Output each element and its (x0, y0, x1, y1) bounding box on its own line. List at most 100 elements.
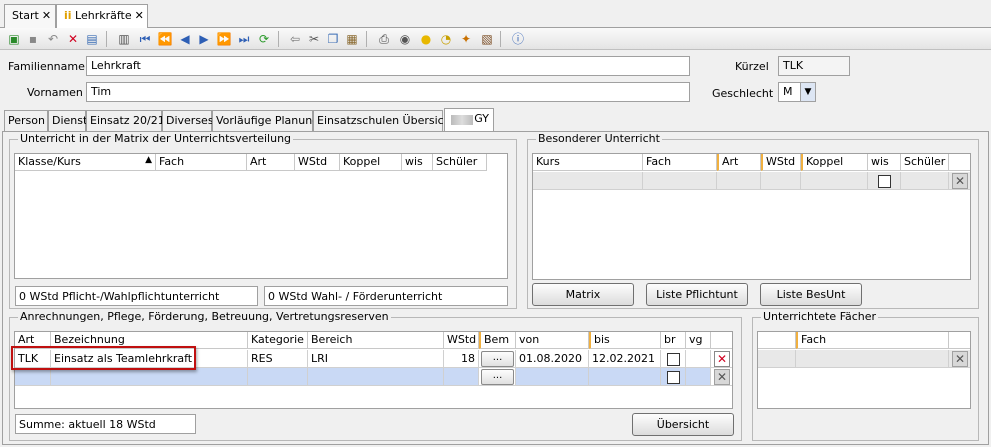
besonderer-group-title: Besonderer Unterricht (536, 132, 662, 145)
br-checkbox[interactable] (666, 370, 680, 384)
chevron-down-icon[interactable]: ▼ (800, 83, 815, 101)
kuerzel-field[interactable]: TLK (778, 56, 850, 76)
wis-checkbox[interactable] (877, 174, 891, 188)
tab-start[interactable]: Start ✕ (4, 4, 56, 28)
familienname-field[interactable]: Lehrkraft (86, 56, 690, 76)
close-icon[interactable]: ✕ (135, 9, 144, 22)
tab-einsatzschulen[interactable]: Einsatzschulen Übersicht (313, 110, 455, 131)
column-header-fach[interactable]: Fach (796, 332, 949, 349)
column-header-br[interactable]: br (661, 332, 686, 349)
refresh-icon[interactable]: ⟳ (256, 31, 272, 47)
column-header-schueler[interactable]: Schüler (901, 154, 949, 171)
next-page-icon[interactable]: ⏩ (216, 31, 232, 47)
clock-icon[interactable]: ◔ (438, 31, 454, 47)
idea-icon[interactable]: ● (418, 31, 434, 47)
cell-bis[interactable]: 12.02.2021 (589, 350, 661, 368)
anrechnungen-group-title: Anrechnungen, Pflege, Förderung, Betreuu… (18, 310, 391, 323)
column-header-wstd[interactable]: WStd (761, 154, 801, 171)
column-header-art[interactable]: Art (717, 154, 761, 171)
column-header-koppel[interactable]: Koppel (801, 154, 868, 171)
faecher-grid[interactable]: Fach ✕ (757, 331, 971, 409)
anrechnungen-grid[interactable]: Art Bezeichnung Kategorie Bereich WStd B… (14, 331, 733, 409)
column-header-bem[interactable]: Bem (479, 332, 516, 349)
settings-icon[interactable]: ✦ (458, 31, 474, 47)
cell-kategorie[interactable]: RES (248, 350, 308, 368)
column-header-fach[interactable]: Fach (156, 154, 247, 171)
column-header-wstd[interactable]: WStd (295, 154, 340, 171)
familienname-label: Familienname (8, 60, 85, 73)
filter-icon[interactable]: ▤ (84, 31, 100, 47)
column-header-kurs[interactable]: Kurs (533, 154, 643, 171)
delete-row-icon[interactable]: ✕ (714, 351, 730, 367)
save-icon[interactable]: ▪ (25, 31, 41, 47)
column-header-wis[interactable]: wis (402, 154, 433, 171)
copy-form-icon[interactable]: ▥ (116, 31, 132, 47)
toolbar: ▣ ▪ ↶ ✕ ▤ ▥ ⏮ ⏪ ◀ ▶ ⏩ ⏭ ⟳ ⇦ ✂ ❐ ▦ ⎙ ◉ ● … (0, 28, 991, 50)
column-header-art[interactable]: Art (247, 154, 295, 171)
tab-diverses[interactable]: Diverses (162, 110, 214, 131)
delete-icon[interactable]: ✕ (65, 31, 81, 47)
summe-summary: Summe: aktuell 18 WStd (15, 414, 196, 434)
print-icon[interactable]: ⎙ (376, 31, 392, 47)
tab-vorlaeufige-planung[interactable]: Vorläufige Planung (212, 110, 319, 131)
prev-page-icon[interactable]: ⏪ (157, 31, 173, 47)
matrix-button[interactable]: Matrix (532, 283, 634, 306)
bem-button[interactable]: ... (481, 369, 514, 385)
undo-icon[interactable]: ↶ (45, 31, 61, 47)
next-icon[interactable]: ▶ (196, 31, 212, 47)
tab-lehrkraefte[interactable]: ii Lehrkräfte ✕ (56, 4, 148, 29)
preview-icon[interactable]: ◉ (397, 31, 413, 47)
column-header-delete (711, 332, 732, 349)
paste-icon[interactable]: ▦ (344, 31, 360, 47)
faecher-group-title: Unterrichtete Fächer (761, 310, 879, 323)
cut-icon[interactable]: ✂ (306, 31, 322, 47)
geschlecht-select[interactable]: M ▼ (778, 82, 816, 102)
besonderer-grid[interactable]: Kurs Fach Art WStd Koppel wis Schüler ✕ (532, 153, 971, 280)
report-icon[interactable]: ▧ (479, 31, 495, 47)
column-header-von[interactable]: von (516, 332, 589, 349)
column-header-vg[interactable]: vg (686, 332, 711, 349)
tab-start-label: Start (12, 9, 39, 22)
column-header-kategorie[interactable]: Kategorie (248, 332, 308, 349)
unterricht-grid[interactable]: Klasse/Kurs ▲ Fach Art WStd Koppel wis Sc… (14, 153, 508, 279)
column-header-fach[interactable]: Fach (643, 154, 717, 171)
tab-gy[interactable]: GY (444, 108, 494, 132)
new-icon[interactable]: ▣ (6, 31, 22, 47)
close-icon[interactable]: ✕ (42, 9, 51, 22)
geschlecht-value: M (783, 85, 793, 98)
tab-einsatz[interactable]: Einsatz 20/21 (86, 110, 165, 131)
back-arrow-icon[interactable]: ⇦ (287, 31, 303, 47)
prev-icon[interactable]: ◀ (177, 31, 193, 47)
tab-person[interactable]: Person (4, 110, 48, 131)
column-header-klasse[interactable]: Klasse/Kurs ▲ (15, 154, 156, 171)
last-icon[interactable]: ⏭ (236, 31, 252, 47)
sort-ascending-icon: ▲ (145, 155, 152, 165)
blurred-school-icon (451, 115, 473, 125)
column-header-bereich[interactable]: Bereich (308, 332, 444, 349)
br-checkbox[interactable] (666, 352, 680, 366)
delete-row-icon[interactable]: ✕ (952, 351, 968, 367)
column-header-wstd[interactable]: WStd (444, 332, 479, 349)
teachers-icon: ii (64, 9, 72, 22)
help-icon[interactable]: ⓘ (510, 31, 526, 47)
cell-wstd[interactable]: 18 (444, 350, 479, 368)
liste-pflichtunt-button[interactable]: Liste Pflichtunt (646, 283, 748, 306)
copy-icon[interactable]: ❐ (325, 31, 341, 47)
column-header-koppel[interactable]: Koppel (340, 154, 402, 171)
first-icon[interactable]: ⏮ (137, 31, 153, 47)
column-header-delete (949, 154, 970, 171)
column-header-schueler[interactable]: Schüler (433, 154, 487, 171)
column-header-bis[interactable]: bis (589, 332, 661, 349)
tab-dienst[interactable]: Dienst (48, 110, 87, 131)
cell-von[interactable]: 01.08.2020 (516, 350, 589, 368)
delete-row-icon[interactable]: ✕ (952, 173, 968, 189)
cell-bereich[interactable]: LRI (308, 350, 444, 368)
uebersicht-button[interactable]: Übersicht (632, 413, 734, 436)
geschlecht-label: Geschlecht (712, 87, 774, 100)
liste-besunt-button[interactable]: Liste BesUnt (760, 283, 862, 306)
column-header-wis[interactable]: wis (868, 154, 901, 171)
vorname-field[interactable]: Tim (86, 82, 690, 102)
delete-row-icon[interactable]: ✕ (714, 369, 730, 385)
document-tab-bar: Start ✕ ii Lehrkräfte ✕ (0, 0, 991, 29)
bem-button[interactable]: ... (481, 351, 514, 367)
